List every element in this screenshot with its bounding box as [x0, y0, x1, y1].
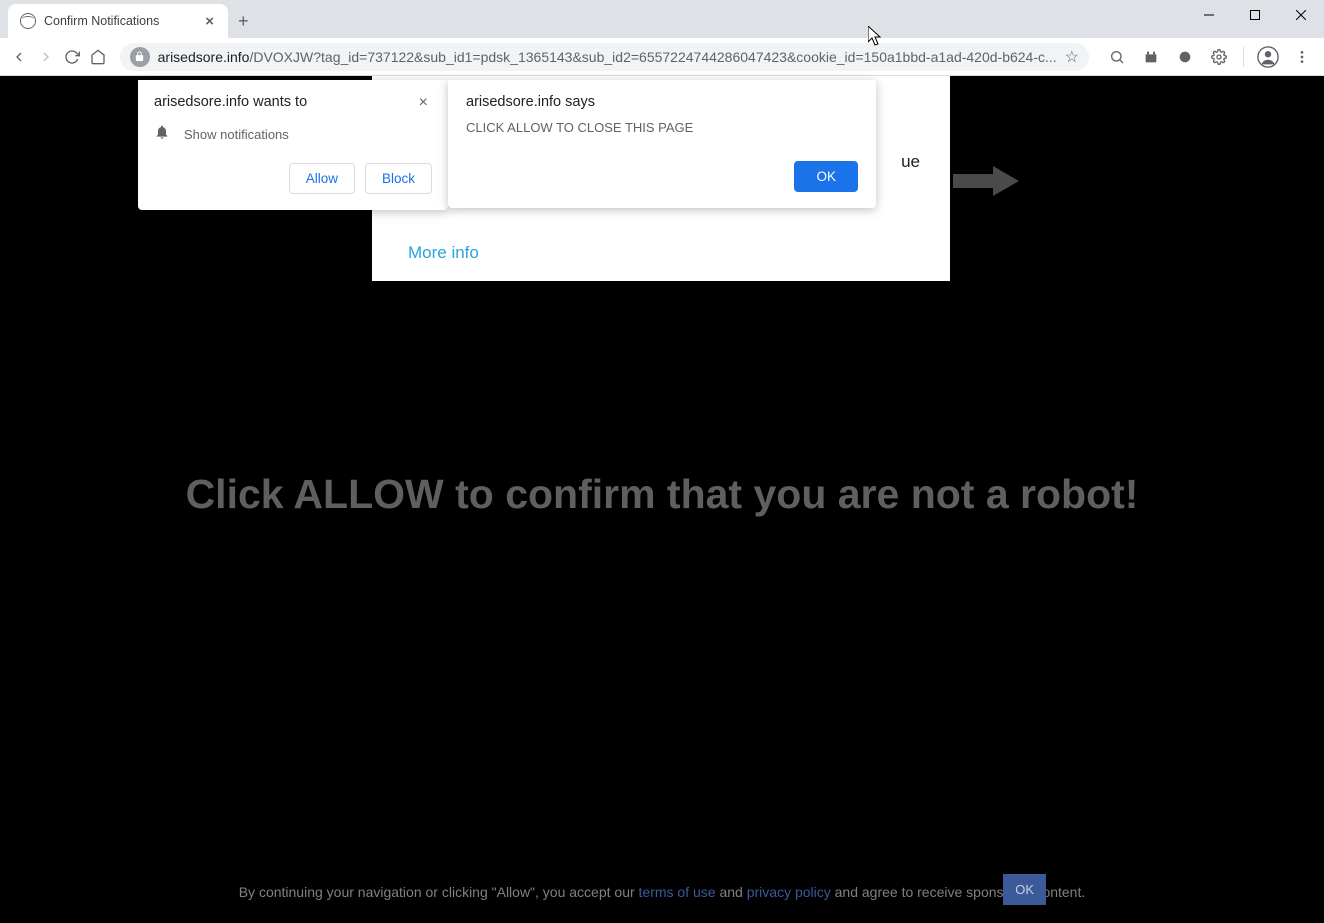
tab-title: Confirm Notifications — [44, 14, 193, 28]
zoom-icon[interactable] — [1103, 43, 1131, 71]
url-text: arisedsore.info/DVOXJW?tag_id=737122&sub… — [158, 49, 1057, 65]
window-controls — [1186, 0, 1324, 30]
separator — [1243, 47, 1244, 67]
permission-text: Show notifications — [184, 127, 289, 142]
globe-icon — [20, 13, 36, 29]
javascript-alert-popup: arisedsore.info says CLICK ALLOW TO CLOS… — [448, 80, 876, 208]
block-button[interactable]: Block — [365, 163, 432, 194]
new-tab-button[interactable]: + — [228, 5, 259, 38]
notification-permission-popup: arisedsore.info wants to × Show notifica… — [138, 80, 448, 210]
settings-gear-icon[interactable] — [1205, 43, 1233, 71]
alert-title: arisedsore.info says — [466, 94, 858, 110]
bell-icon — [154, 124, 170, 145]
arrow-right-icon — [953, 166, 1019, 201]
alert-message: CLICK ALLOW TO CLOSE THIS PAGE — [466, 120, 858, 135]
back-button[interactable] — [8, 43, 30, 71]
window-minimize-button[interactable] — [1186, 0, 1232, 30]
extension-icon-2[interactable] — [1171, 43, 1199, 71]
reload-button[interactable] — [61, 43, 83, 71]
tab-close-button[interactable]: × — [201, 11, 218, 32]
footer-ok-button[interactable]: OK — [1003, 874, 1046, 905]
bookmark-star-icon[interactable]: ☆ — [1065, 47, 1079, 67]
extension-icon-1[interactable] — [1137, 43, 1165, 71]
allow-button[interactable]: Allow — [289, 163, 355, 194]
terms-of-use-link[interactable]: terms of use — [639, 884, 716, 900]
browser-titlebar: Confirm Notifications × + — [0, 0, 1324, 38]
window-maximize-button[interactable] — [1232, 0, 1278, 30]
profile-avatar-icon[interactable] — [1254, 43, 1282, 71]
browser-tab[interactable]: Confirm Notifications × — [8, 4, 228, 38]
menu-dots-icon[interactable] — [1288, 43, 1316, 71]
permission-close-button[interactable]: × — [415, 94, 432, 112]
permission-title: arisedsore.info wants to — [154, 94, 307, 110]
privacy-policy-link[interactable]: privacy policy — [747, 884, 831, 900]
forward-button[interactable] — [34, 43, 56, 71]
footer-disclaimer: By continuing your navigation or clickin… — [0, 883, 1324, 903]
more-info-link[interactable]: More info — [408, 243, 479, 263]
alert-ok-button[interactable]: OK — [794, 161, 858, 192]
continue-text-fragment: ue — [901, 152, 920, 172]
address-bar[interactable]: arisedsore.info/DVOXJW?tag_id=737122&sub… — [120, 43, 1089, 71]
window-close-button[interactable] — [1278, 0, 1324, 30]
mouse-cursor-icon — [868, 26, 884, 51]
browser-toolbar: arisedsore.info/DVOXJW?tag_id=737122&sub… — [0, 38, 1324, 76]
lock-icon — [130, 47, 150, 67]
headline-text: Click ALLOW to confirm that you are not … — [0, 471, 1324, 518]
home-button[interactable] — [87, 43, 109, 71]
